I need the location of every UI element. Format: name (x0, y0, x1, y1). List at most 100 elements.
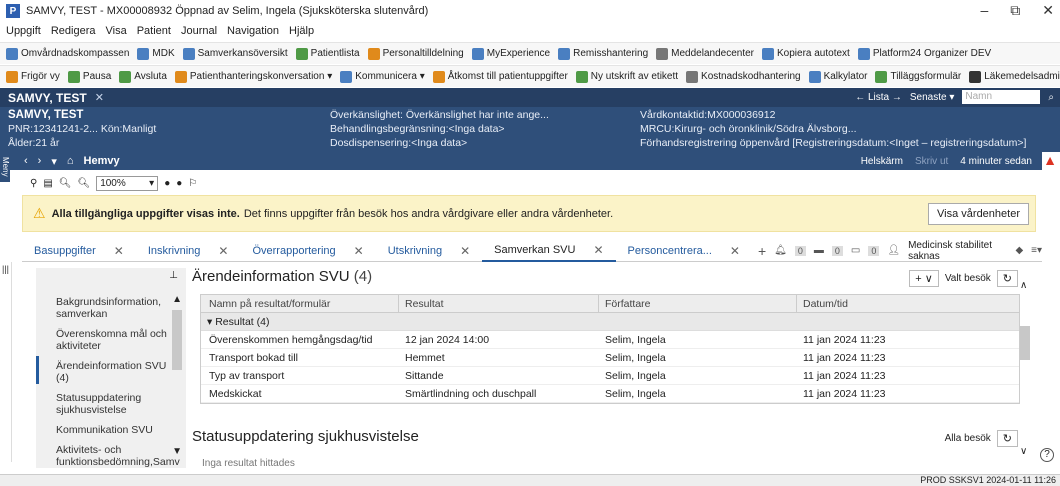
menu-redigera[interactable]: Redigera (51, 25, 96, 37)
tool-lakemedel[interactable]: Läkemedelsadministrering (969, 70, 1060, 83)
table-row[interactable]: Typ av transport Sittande Selim, Ingela … (201, 367, 1019, 385)
refresh-icon[interactable]: ↻ (996, 430, 1018, 447)
refresh-icon[interactable]: ↻ (996, 270, 1018, 287)
pin-icon[interactable]: ⊥ (169, 270, 178, 281)
zoom-out-icon[interactable]: 🔍︎ (59, 178, 72, 189)
tool-patientlista[interactable]: Patientlista (295, 47, 360, 60)
col-header-namn[interactable]: Namn på resultat/formulär (201, 294, 399, 313)
meny-toggle[interactable]: Meny (0, 152, 10, 182)
close-tab-icon[interactable]: ✕ (218, 244, 228, 258)
sidebar-item-aktivitets[interactable]: Aktivitets- och funktionsbedömning,Samv (56, 444, 180, 468)
tool-avsluta[interactable]: Avsluta (119, 70, 167, 83)
tab-utskrivning[interactable]: Utskrivning ✕ (376, 240, 482, 262)
tool-atkomst[interactable]: Åtkomst till patientuppgifter (432, 70, 568, 83)
help-icon[interactable]: ? (1040, 448, 1054, 462)
tab-inskrivning[interactable]: Inskrivning ✕ (136, 240, 241, 262)
maximize-button[interactable]: ⧉ (1010, 2, 1020, 19)
main-scrollbar[interactable]: ∧ ∨ (1018, 266, 1032, 466)
tool-platform24[interactable]: Platform24 Organizer DEV (857, 47, 991, 60)
scroll-up-icon[interactable]: ∧ (1020, 280, 1027, 291)
sidebar-item-kommunikation[interactable]: Kommunikation SVU (56, 424, 174, 436)
tool-patienthantering[interactable]: Patienthanteringskonversation ▾ (174, 70, 332, 83)
col-header-resultat[interactable]: Resultat (399, 294, 599, 313)
table-row[interactable]: Medskickat Smärtlindning och duschpall S… (201, 385, 1019, 403)
tool-personaltilldelning[interactable]: Personaltilldelning (367, 47, 464, 60)
tool-kopiera-autotext[interactable]: Kopiera autotext (762, 47, 850, 60)
record-icon[interactable]: ● (164, 178, 170, 189)
menu-journal[interactable]: Journal (181, 25, 217, 37)
add-button[interactable]: + ∨ (909, 270, 939, 287)
menu-uppgift[interactable]: Uppgift (6, 25, 41, 37)
helskarm-button[interactable]: Helskärm (861, 156, 903, 167)
record2-icon[interactable]: ● (176, 178, 182, 189)
tool-myexperience[interactable]: MyExperience (471, 47, 550, 60)
zoom-in-icon[interactable]: 🔍︎ (77, 178, 90, 189)
alla-besok-label[interactable]: Alla besök (945, 433, 991, 444)
sidebar-item-arendeinformation[interactable]: Ärendeinformation SVU (4) (56, 360, 174, 384)
tab-basuppgifter[interactable]: Basuppgifter ✕ (22, 240, 136, 262)
scroll-thumb[interactable] (1020, 326, 1030, 360)
minimize-button[interactable]: – (980, 2, 988, 19)
sidebar-item-statusuppdatering[interactable]: Statusuppdatering sjukhusvistelse (56, 392, 174, 416)
tab-overrapportering[interactable]: Överrapportering ✕ (240, 240, 375, 262)
vardkontaktid[interactable]: Vårdkontaktid:MX000036912 (640, 108, 1060, 122)
bell-icon[interactable]: 🔔︎ (774, 245, 787, 256)
tab-samverkan-svu[interactable]: Samverkan SVU ✕ (482, 240, 616, 262)
back-icon[interactable]: ‹ (24, 155, 28, 167)
tool-meddelandecenter[interactable]: Meddelandecenter (656, 47, 754, 60)
senaste-dropdown[interactable]: Senaste ▾ (910, 92, 955, 103)
forward-icon[interactable]: › (38, 155, 42, 167)
close-patient-tab-icon[interactable]: ✕ (95, 91, 104, 104)
col-header-forfattare[interactable]: Författare (599, 294, 797, 313)
tool-mdk[interactable]: MDK (137, 47, 175, 60)
behandlingsbegransning[interactable]: Behandlingsbegränsning:<Inga data> (330, 122, 549, 136)
valt-besok-label[interactable]: Valt besök (945, 273, 991, 284)
message-icon[interactable]: ▬ (814, 245, 824, 256)
menu-visa[interactable]: Visa (106, 25, 127, 37)
more-menu-icon[interactable]: ≡▾ (1031, 245, 1042, 256)
add-tab-icon[interactable]: + (758, 243, 766, 259)
hemvy-title[interactable]: Hemvy (84, 155, 120, 167)
tab-personcentrera[interactable]: Personcentrera... ✕ (616, 240, 752, 262)
close-tab-icon[interactable]: ✕ (460, 244, 470, 258)
close-tab-icon[interactable]: ✕ (354, 244, 364, 258)
mrcu[interactable]: MRCU:Kirurg- och öronklinik/Södra Älvsbo… (640, 122, 1060, 136)
tool-omvardnadskompassen[interactable]: Omvårdnadskompassen (6, 47, 129, 60)
flag-icon[interactable]: ⚐ (188, 178, 197, 189)
tool-tillaggsformular[interactable]: Tilläggsformulär (875, 70, 961, 83)
nav-dropdown-icon[interactable]: ▾ (51, 155, 57, 168)
refresh-status[interactable]: 4 minuter sedan (960, 156, 1032, 167)
print-icon[interactable]: ▤ (43, 178, 52, 189)
search-icon[interactable]: ⌕ (1048, 92, 1054, 103)
menu-patient[interactable]: Patient (137, 25, 171, 37)
lista-button[interactable]: ← Lista → (855, 92, 902, 103)
sidebar-item-overenskomna[interactable]: Överenskomna mål och aktiviteter (56, 328, 174, 352)
patient-tab[interactable]: SAMVY, TEST (8, 91, 87, 105)
close-tab-icon[interactable]: ✕ (593, 243, 603, 257)
tool-kalkylator[interactable]: Kalkylator (808, 70, 867, 83)
inbox-icon[interactable]: ▭ (851, 245, 860, 256)
table-row[interactable]: Transport bokad till Hemmet Selim, Ingel… (201, 349, 1019, 367)
close-button[interactable]: ✕ (1042, 2, 1054, 19)
skriv-ut-button[interactable]: Skriv ut (915, 156, 948, 167)
col-header-datum[interactable]: Datum/tid (797, 295, 1019, 313)
scroll-down-icon[interactable]: ∨ (1020, 446, 1027, 457)
tag-icon[interactable]: ◆ (1015, 245, 1023, 256)
sidebar-handle-icon[interactable]: ||| (2, 264, 9, 274)
close-tab-icon[interactable]: ✕ (114, 244, 124, 258)
menu-navigation[interactable]: Navigation (227, 25, 279, 37)
tool-remisshantering[interactable]: Remisshantering (558, 47, 648, 60)
zoom-select[interactable]: 100% (96, 175, 159, 191)
patient-search-input[interactable]: Namn (962, 90, 1041, 104)
sidebar-item-bakgrund[interactable]: Bakgrundsinformation, samverkan (56, 296, 174, 320)
table-row[interactable]: Överenskommen hemgångsdag/tid 12 jan 202… (201, 331, 1019, 349)
tool-kommunicera[interactable]: Kommunicera ▾ (340, 70, 425, 83)
binoculars-icon[interactable]: ⚲ (30, 178, 37, 189)
dosdispensering[interactable]: Dosdispensering:<Inga data> (330, 136, 549, 150)
tool-ny-utskrift[interactable]: Ny utskrift av etikett (575, 70, 678, 83)
medicinsk-stabilitet[interactable]: Medicinsk stabilitet saknas (908, 240, 1007, 262)
close-tab-icon[interactable]: ✕ (730, 244, 740, 258)
group-header-resultat[interactable]: ▾ Resultat (4) (201, 313, 1019, 331)
alert-icon[interactable]: ▲ (1042, 152, 1058, 170)
visa-vardenheter-button[interactable]: Visa vårdenheter (928, 203, 1029, 225)
